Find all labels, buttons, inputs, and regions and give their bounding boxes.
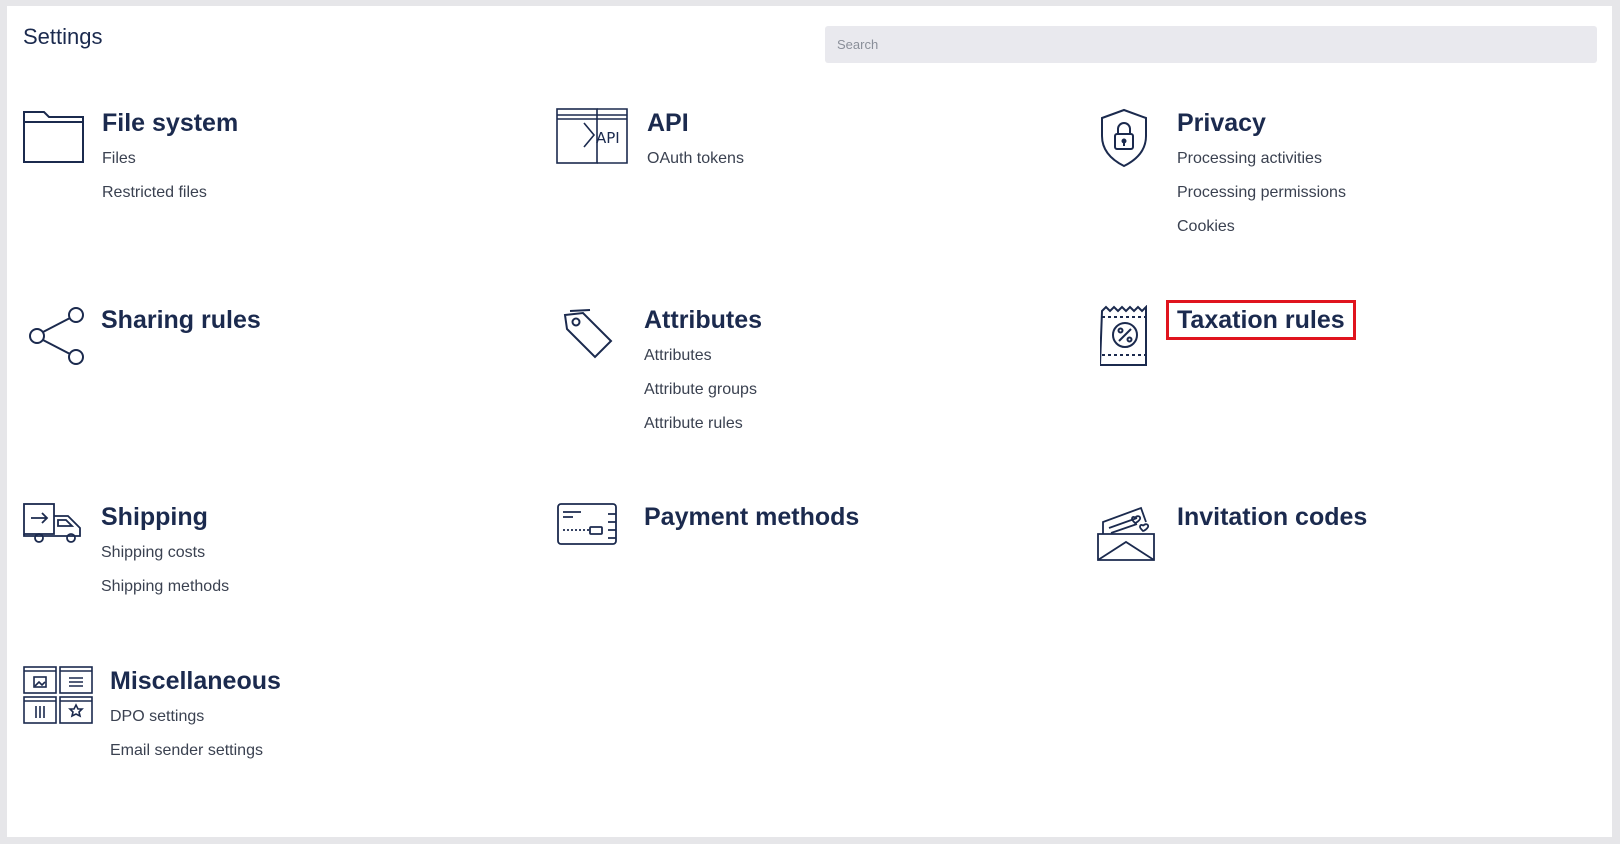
section-title-attributes[interactable]: Attributes (644, 305, 762, 335)
page-title: Settings (23, 24, 103, 49)
tax-receipt-icon (1100, 305, 1150, 367)
link-shipping-methods[interactable]: Shipping methods (101, 570, 229, 604)
widgets-grid-icon (23, 666, 93, 724)
search-input[interactable] (825, 26, 1597, 63)
api-icon: API (556, 108, 628, 164)
link-dpo-settings[interactable]: DPO settings (110, 700, 281, 734)
link-cookies[interactable]: Cookies (1177, 210, 1346, 244)
section-title-taxation-rules[interactable]: Taxation rules (1166, 300, 1356, 340)
delivery-truck-icon (22, 502, 84, 544)
link-oauth-tokens[interactable]: OAuth tokens (647, 142, 744, 176)
link-processing-activities[interactable]: Processing activities (1177, 142, 1346, 176)
section-title-privacy[interactable]: Privacy (1177, 108, 1266, 138)
link-attributes[interactable]: Attributes (644, 339, 762, 373)
credit-card-icon (556, 502, 618, 548)
section-title-miscellaneous[interactable]: Miscellaneous (110, 666, 281, 696)
link-restricted-files[interactable]: Restricted files (102, 176, 238, 210)
section-title-sharing-rules[interactable]: Sharing rules (101, 305, 261, 335)
settings-panel: Settings File system Files Restricted fi… (7, 6, 1612, 837)
share-icon (23, 305, 85, 367)
link-attribute-groups[interactable]: Attribute groups (644, 373, 762, 407)
invitation-envelope-icon (1095, 502, 1157, 564)
svg-text:API: API (596, 129, 620, 147)
section-title-file-system[interactable]: File system (102, 108, 238, 138)
section-title-invitation-codes[interactable]: Invitation codes (1177, 502, 1367, 532)
folder-icon (23, 108, 85, 164)
link-attribute-rules[interactable]: Attribute rules (644, 407, 762, 441)
section-title-api[interactable]: API (647, 108, 689, 138)
link-email-sender-settings[interactable]: Email sender settings (110, 734, 281, 768)
section-title-payment-methods[interactable]: Payment methods (644, 502, 859, 532)
section-title-shipping[interactable]: Shipping (101, 502, 208, 532)
tag-icon (560, 305, 616, 361)
link-files[interactable]: Files (102, 142, 238, 176)
link-processing-permissions[interactable]: Processing permissions (1177, 176, 1346, 210)
shield-lock-icon (1098, 108, 1150, 168)
link-shipping-costs[interactable]: Shipping costs (101, 536, 229, 570)
